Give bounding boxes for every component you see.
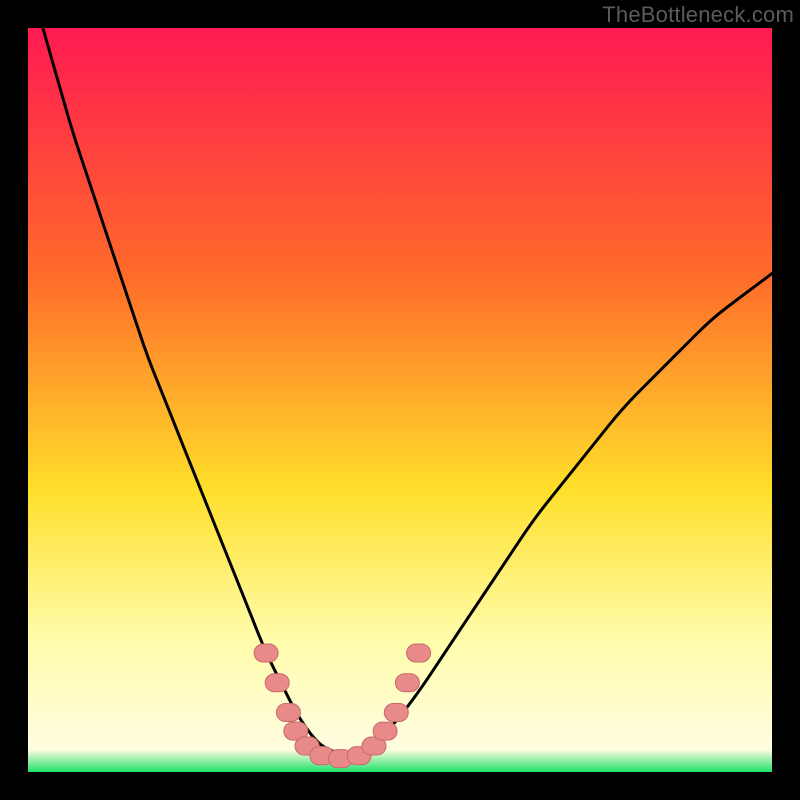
curve-marker	[384, 704, 408, 722]
curve-marker	[265, 674, 289, 692]
curve-marker	[373, 722, 397, 740]
curve-marker	[254, 644, 278, 662]
chart-frame: TheBottleneck.com	[0, 0, 800, 800]
curve-marker	[276, 704, 300, 722]
bottleneck-curve	[28, 28, 772, 772]
curve-markers	[254, 644, 431, 768]
curve-marker	[395, 674, 419, 692]
curve-marker	[407, 644, 431, 662]
plot-area	[28, 28, 772, 772]
watermark-text: TheBottleneck.com	[602, 2, 794, 28]
